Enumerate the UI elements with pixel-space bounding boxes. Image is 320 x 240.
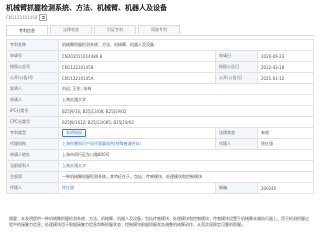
tab-citations[interactable]: 引证专利 <box>94 25 136 34</box>
row-label: 专利名称 <box>6 39 59 51</box>
row-label: 发明人 <box>6 83 59 95</box>
table-row: IPC分类号 B25J9/16; B25J13/08; B25J19/02 <box>6 105 314 117</box>
row-label: 代理人 <box>215 138 258 150</box>
table-row: 授权公告号 CN112210145B 授权公告日 2022-03-18 <box>6 61 314 73</box>
row-value: 上海市闵行区东川路800号 <box>58 149 314 161</box>
row-label: 申请日 <box>215 50 258 62</box>
row-label: 法律状态 <box>215 127 258 139</box>
row-value: 上海恒慧知识产权代理事务所(特殊普通合伙) <box>58 138 216 150</box>
tab-bar: 专利信息 法律状态 引证专利 同族专利 <box>6 25 314 36</box>
row-label: 申请人 <box>6 94 59 106</box>
patent-type-tag[interactable]: 发明授权 <box>62 129 86 137</box>
row-value: 上海交通大学 <box>58 94 314 106</box>
row-value: B25J9/1612; B25J13/085; B25J19/02 <box>58 116 314 128</box>
row-label: 主权项 <box>6 171 59 183</box>
patent-id-line: CN112210145B ⧉ <box>6 14 48 21</box>
table-row: 申请人地址 上海市闵行区东川路800号 <box>6 149 314 161</box>
row-value: 发明授权 <box>58 127 216 139</box>
row-label: 申请人地址 <box>6 149 59 161</box>
row-label: 代理人 <box>6 182 59 194</box>
row-label: IPC分类号 <box>6 105 59 117</box>
row-value: 200240 <box>257 182 314 194</box>
row-value: 徐红银 <box>58 182 216 194</box>
table-row: 代理机构 上海恒慧知识产权代理事务所(特殊普通合伙) 代理人 徐红银 <box>6 138 314 150</box>
row-label: 授权公告号 <box>6 61 59 73</box>
row-value: CN112210145B <box>58 61 216 73</box>
table-row: 专利名称 机械臂抓握检测系统、方法、机械臂、机器人及设备 <box>6 39 314 51</box>
copy-icon[interactable]: ⧉ <box>39 14 48 21</box>
agent-link[interactable]: 徐红银 <box>62 185 74 190</box>
row-value: 有效 <box>257 127 314 139</box>
row-label: 授权公告日 <box>215 61 258 73</box>
agency-link[interactable]: 上海恒慧知识产权代理事务所(特殊普通合伙) <box>62 141 141 146</box>
abstract-body: 本发明提供一种机械臂抓握检测系统、方法、机械臂、机器人及设备，包括传感模块、处理… <box>9 216 309 227</box>
table-row: 申请人 上海交通大学 <box>6 94 314 106</box>
row-value: 上海交通大学 <box>58 160 314 172</box>
row-label: 代理机构 <box>6 138 59 150</box>
row-label: 申请号 <box>6 50 59 62</box>
abstract-label: 摘要 <box>9 216 17 221</box>
tab-patent-info[interactable]: 专利信息 <box>6 25 48 35</box>
table-row: 代理人 徐红银 邮编 200240 <box>6 182 314 194</box>
table-row: 主权项 一种机械臂抓握检测系统，其特征在于，包括：传感模块、处理模块和控制模块 <box>6 171 314 183</box>
row-value: CN112210145A <box>58 72 216 84</box>
row-label: 邮编 <box>215 182 258 194</box>
row-label: 专利类型 <box>6 127 59 139</box>
row-value: CN202011014486.8 <box>58 50 216 62</box>
row-label: CPC分类号 <box>6 116 59 128</box>
owner-link[interactable]: 上海交通大学 <box>62 163 86 168</box>
abstract-text: 摘要：本发明提供一种机械臂抓握检测系统、方法、机械臂、机器人及设备，包括传感模块… <box>9 216 309 227</box>
row-value: 2022-03-18 <box>257 61 314 73</box>
page-title: 机械臂抓握检测系统、方法、机械臂、机器人及设备 <box>6 4 167 12</box>
tab-family[interactable]: 同族专利 <box>138 25 180 34</box>
row-value: 一种机械臂抓握检测系统，其特征在于，包括：传感模块、处理模块和控制模块 <box>58 171 314 183</box>
row-value: 2020-09-23 <box>257 50 314 62</box>
table-row: 专利类型 发明授权 法律状态 有效 <box>6 127 314 139</box>
table-row: 当前权利人 上海交通大学 <box>6 160 314 172</box>
row-label: 当前权利人 <box>6 160 59 172</box>
patent-id: CN112210145B <box>6 15 38 20</box>
row-value: B25J9/16; B25J13/08; B25J19/02 <box>58 105 314 117</box>
row-value: 2021-01-12 <box>257 72 314 84</box>
table-row: CPC分类号 B25J9/1612; B25J13/085; B25J19/02 <box>6 116 314 128</box>
row-value: 刘远; 王东; 张林 <box>58 83 314 95</box>
table-row: 申请号 CN202011014486.8 申请日 2020-09-23 <box>6 50 314 62</box>
patent-info-table: 专利名称 机械臂抓握检测系统、方法、机械臂、机器人及设备 申请号 CN20201… <box>6 39 314 194</box>
tab-legal-status[interactable]: 法律状态 <box>50 25 92 34</box>
row-value: 徐红银 <box>257 138 314 150</box>
row-value: 机械臂抓握检测系统、方法、机械臂、机器人及设备 <box>58 39 314 51</box>
table-row: 公开(公告)号 CN112210145A 公开(公告)日 2021-01-12 <box>6 72 314 84</box>
row-label: 公开(公告)日 <box>215 72 258 84</box>
row-label: 公开(公告)号 <box>6 72 59 84</box>
table-row: 发明人 刘远; 王东; 张林 <box>6 83 314 95</box>
